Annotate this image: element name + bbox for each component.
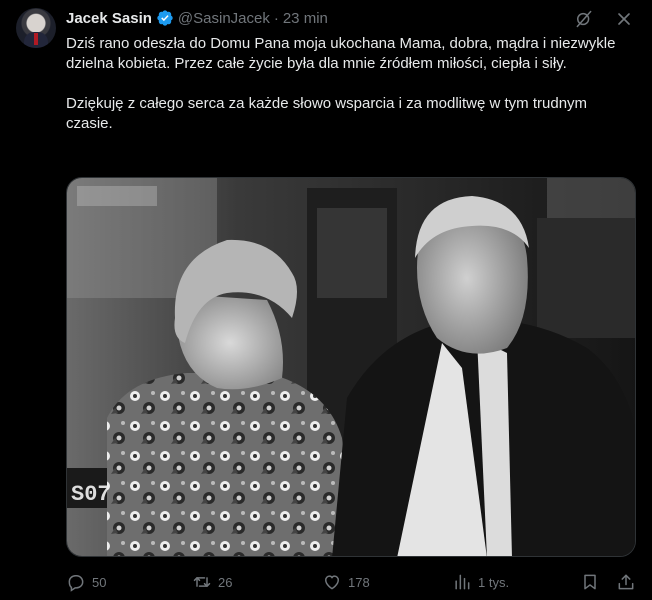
reply-button[interactable]: 50 [66,571,106,593]
top-icons [574,9,634,29]
reply-icon [66,572,86,592]
photo-image: S07 [67,178,635,556]
like-button[interactable]: 178 [322,571,370,593]
more-icon[interactable] [614,9,634,29]
tweet-paragraph-2: Dziękuję z całego serca za każde słowo w… [66,95,588,132]
tweet-photo[interactable]: S07 [66,177,636,557]
like-count: 178 [348,574,370,590]
repost-icon [192,572,212,592]
views-count: 1 tys. [478,574,510,590]
tweet-text: Dziś rano odeszła do Domu Pana moja ukoc… [66,34,632,134]
reply-count: 50 [92,574,107,590]
bookmark-icon [580,572,600,592]
tweet-header: Jacek Sasin @SasinJacek · 23 min [66,8,328,28]
avatar[interactable] [16,8,56,48]
author-name[interactable]: Jacek Sasin [66,10,152,27]
tweet-paragraph-1: Dziś rano odeszła do Domu Pana moja ukoc… [66,35,616,72]
tweet: Jacek Sasin @SasinJacek · 23 min Dziś ra… [0,0,652,600]
views-icon [452,572,472,592]
share-button[interactable] [616,571,636,593]
tweet-timestamp[interactable]: 23 min [283,10,328,27]
repost-button[interactable]: 26 [192,571,232,593]
share-icon [616,572,636,592]
repost-count: 26 [218,574,233,590]
action-bar: 50 26 178 1 tys. [66,571,636,593]
views-button[interactable]: 1 tys. [452,571,509,593]
svg-text:S07: S07 [71,482,111,507]
header-separator: · [273,9,279,27]
like-icon [322,572,342,592]
grok-icon[interactable] [574,9,594,29]
bookmark-button[interactable] [580,571,600,593]
avatar-tie [34,33,38,45]
author-handle[interactable]: @SasinJacek [178,10,270,27]
verified-badge-icon[interactable] [156,9,174,27]
